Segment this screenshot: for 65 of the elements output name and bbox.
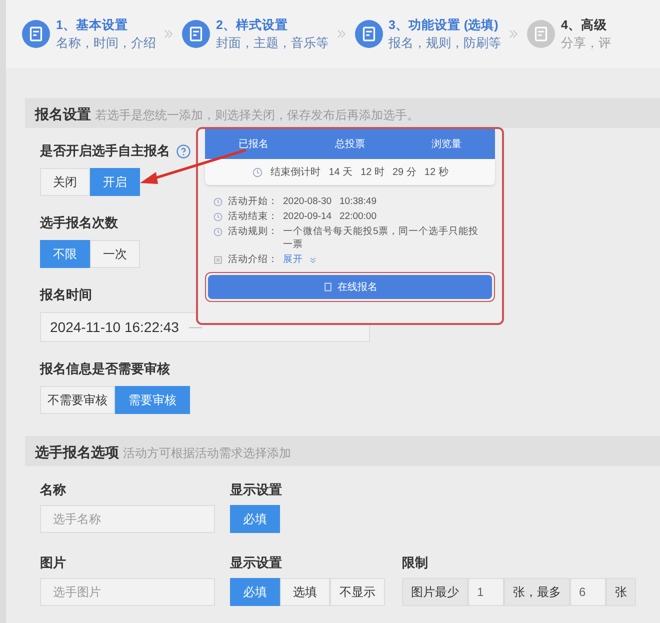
number-field[interactable]: 6: [570, 578, 606, 606]
clock-icon: [252, 166, 263, 178]
field-label: 图片: [40, 554, 67, 569]
option-button[interactable]: 不限: [40, 240, 90, 268]
section-hint: 活动方可根据活动需求选择添加: [123, 445, 291, 462]
option-button[interactable]: 必填: [230, 578, 280, 606]
start-date: 2024-11-10 16:22:43: [50, 318, 179, 336]
section-title: 选手报名选项: [35, 443, 119, 462]
step-title[interactable]: 2、样式设置: [216, 16, 328, 34]
document-icon: [322, 282, 332, 292]
chevron-down-icon: [308, 255, 318, 266]
input-addon: 图片最少: [402, 578, 468, 606]
chevron-icon: [334, 27, 348, 41]
option-button[interactable]: 关闭: [40, 168, 90, 196]
signup-button[interactable]: 在线报名: [208, 275, 492, 300]
info-value: 2020-09-14 22:00:00: [283, 210, 376, 223]
input-addon: 张: [606, 578, 636, 606]
info-label: 活动规则：: [228, 225, 278, 238]
step-subtitle: 分享，评: [561, 35, 611, 52]
stat-label: 浏览量: [432, 138, 462, 152]
info-label: 活动结束：: [228, 210, 278, 223]
countdown-label: 结束倒计时: [270, 166, 321, 180]
countdown-value: 29 分: [392, 166, 416, 180]
step-title[interactable]: 3、功能设置 (选填): [388, 16, 501, 34]
field-label: 名称: [40, 481, 67, 496]
info-label: 活动介绍：: [228, 253, 278, 267]
range-separator: —: [188, 318, 202, 336]
option-button[interactable]: 一次: [90, 240, 140, 268]
stat-label: 总投票: [334, 138, 365, 152]
option-button[interactable]: 必填: [230, 505, 280, 533]
step-subtitle: 报名，规则，防刷等: [388, 35, 501, 52]
setting-label: 选手报名次数: [40, 214, 118, 232]
field-label: 显示设置: [230, 554, 283, 569]
clock-icon: [213, 197, 223, 207]
input-addon: 张，最多: [504, 578, 570, 606]
option-button[interactable]: 选填: [280, 578, 330, 606]
step-subtitle: 封面，主题，音乐等: [216, 35, 328, 52]
document-icon: [213, 255, 223, 266]
setting-label: 是否开启选手自主报名: [40, 142, 170, 160]
option-button[interactable]: 不显示: [330, 578, 385, 606]
step-title[interactable]: 1、基本设置: [56, 16, 156, 34]
countdown-value: 14 天: [328, 166, 353, 180]
info-label: 活动开始：: [228, 195, 278, 208]
input-field[interactable]: 选手图片: [40, 578, 215, 606]
expand-link[interactable]: 展开: [283, 253, 303, 268]
field-label: 显示设置: [230, 481, 283, 496]
step-subtitle: 名称，时间，介绍: [56, 35, 156, 52]
step-title[interactable]: 4、高级: [561, 16, 611, 34]
stat-label: 已报名: [238, 138, 268, 152]
info-value: 一个微信号每天能投5票，同一个选手只能投一票: [283, 225, 480, 251]
number-field[interactable]: 1: [468, 578, 504, 606]
info-value: 2020-08-30 10:38:49: [283, 195, 376, 208]
input-field[interactable]: 选手名称: [40, 505, 215, 533]
section-title: 报名设置: [35, 105, 91, 124]
option-button[interactable]: 开启: [90, 168, 140, 196]
section-hint: 若选手是您统一添加，则选择关闭，保存发布后再添加选手。: [95, 107, 419, 124]
clock-icon: [213, 227, 223, 237]
field-label: 限制: [402, 554, 429, 569]
setting-label: 报名信息是否需要审核: [40, 360, 170, 378]
countdown-value: 12 秒: [424, 166, 448, 180]
clock-icon: [213, 212, 223, 222]
countdown-value: 12 时: [360, 166, 384, 180]
setting-label: 报名时间: [40, 286, 92, 304]
option-button[interactable]: 需要审核: [115, 386, 190, 414]
option-button[interactable]: 不需要审核: [40, 386, 115, 414]
